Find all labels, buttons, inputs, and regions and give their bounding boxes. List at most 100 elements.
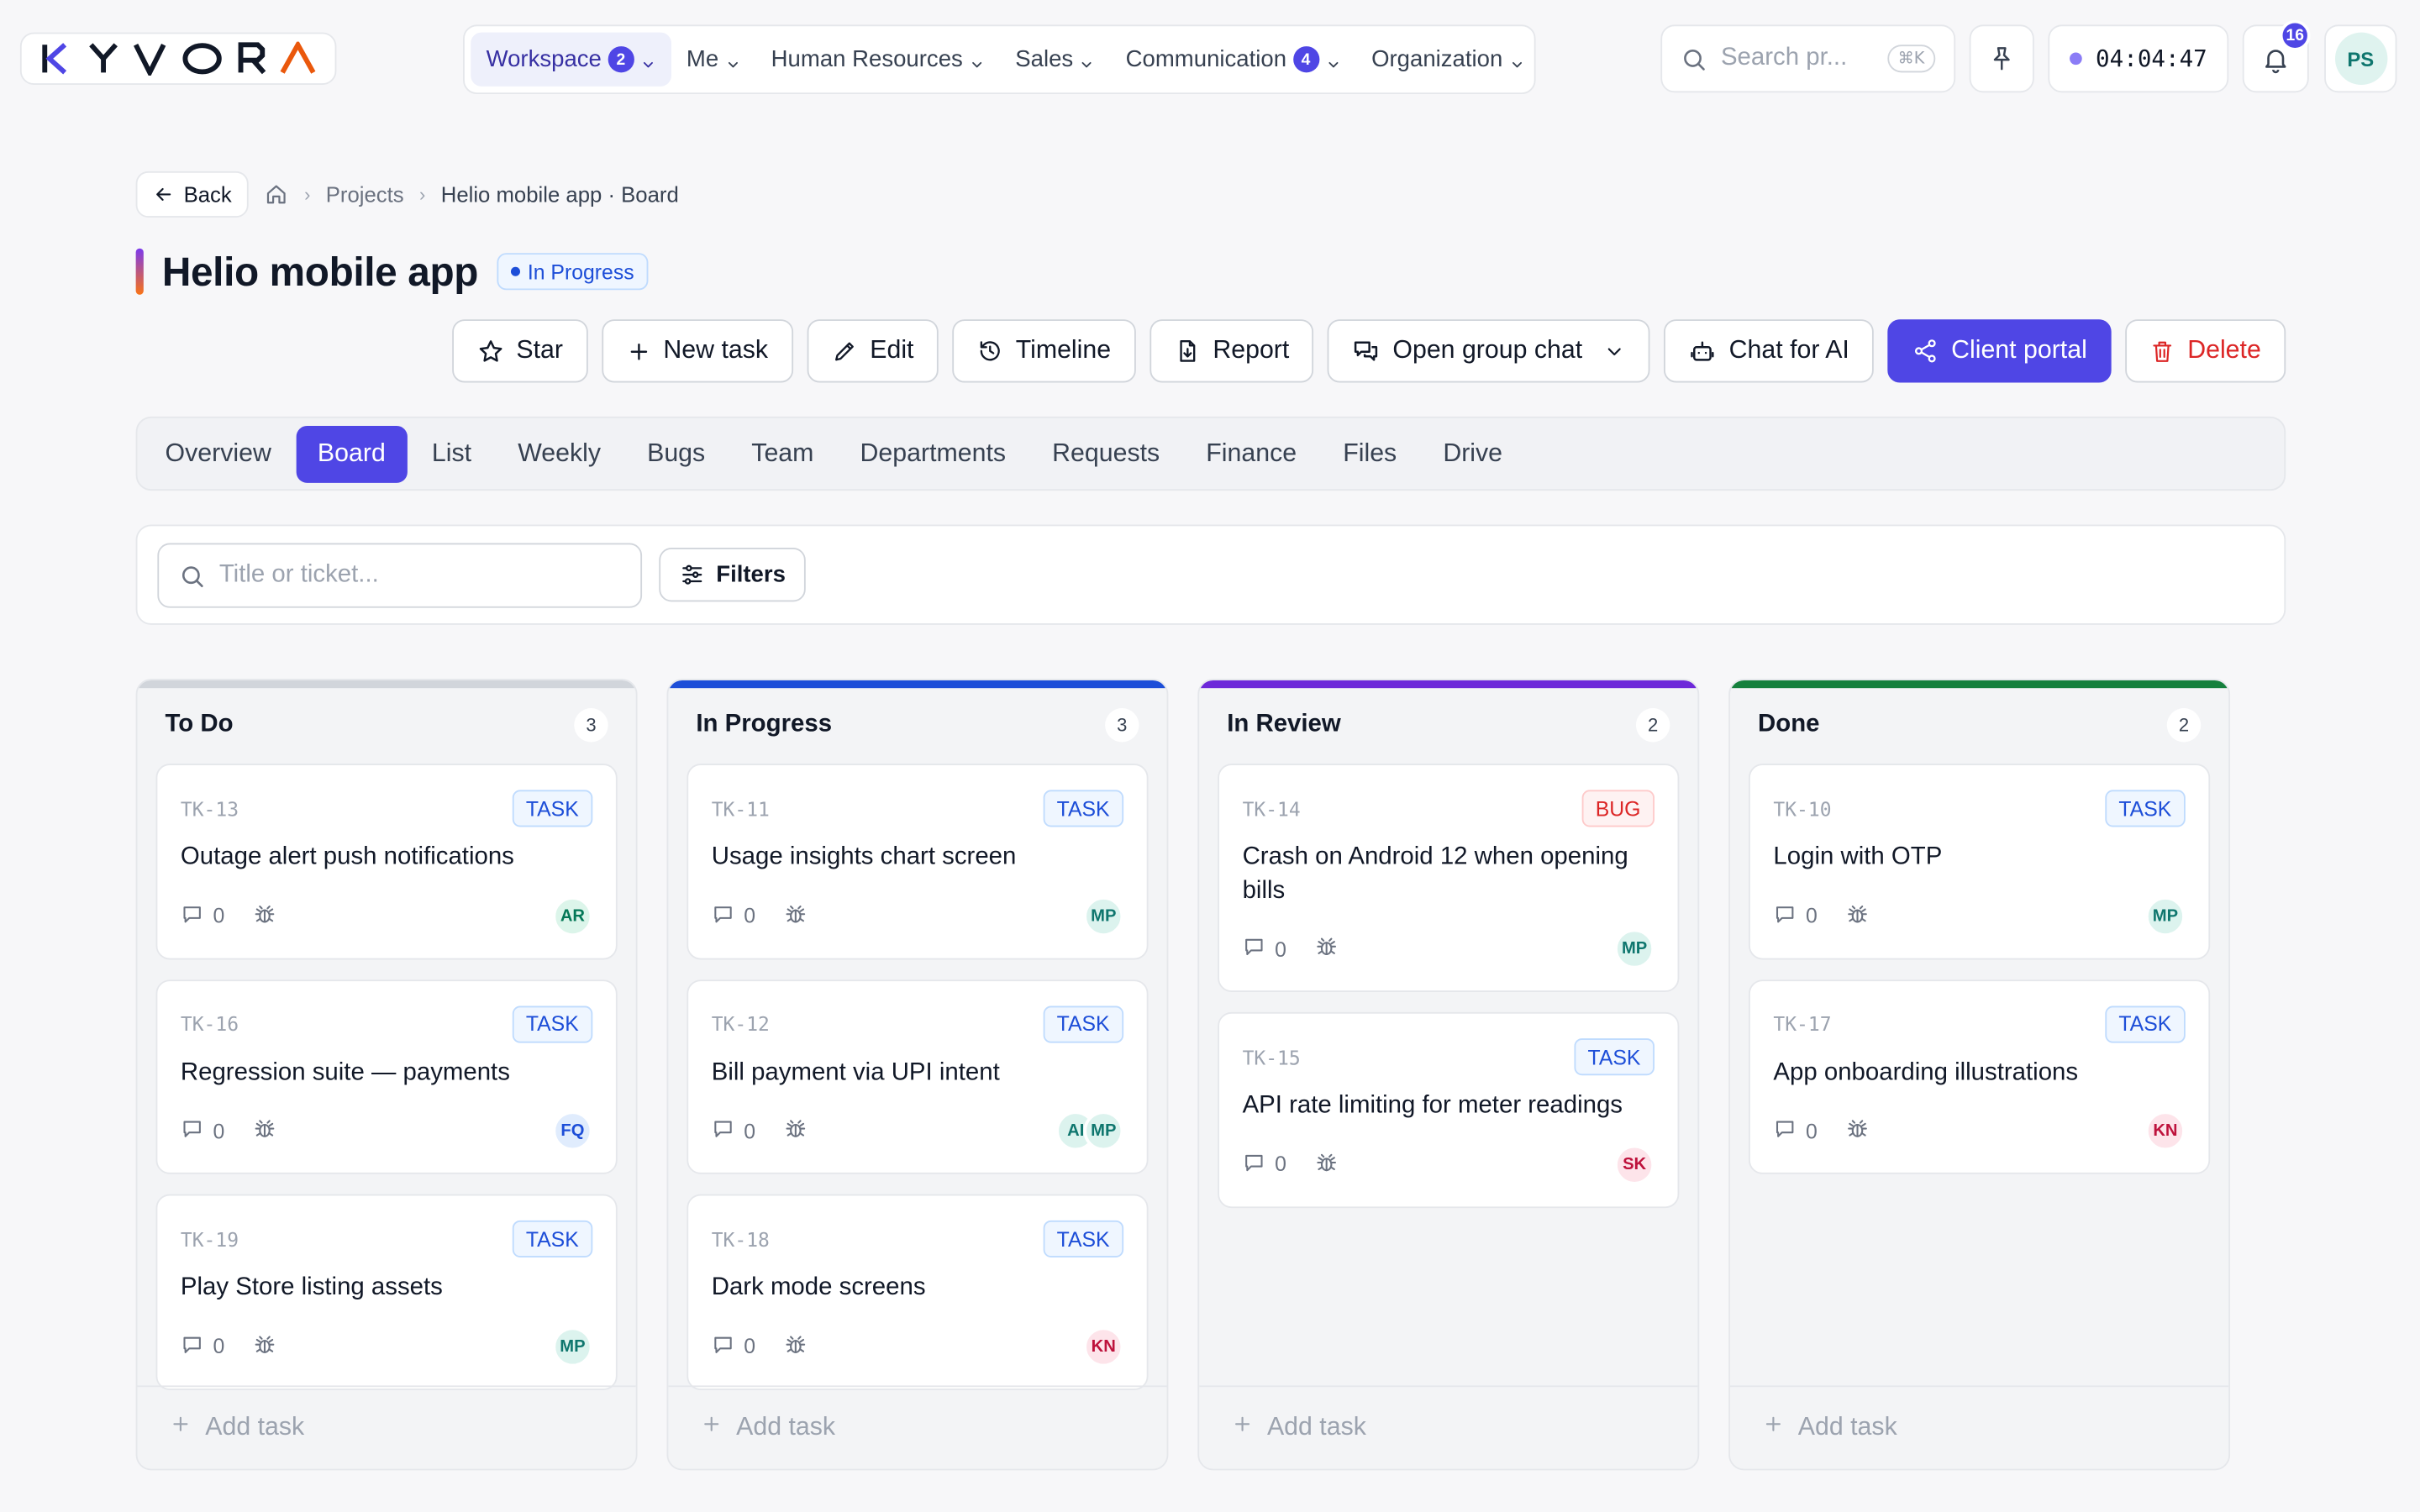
add-task-button[interactable]: Add task (1729, 1385, 2229, 1468)
global-search[interactable]: Search pr... ⌘K (1660, 24, 1956, 93)
time-tracker[interactable]: 04:04:47 (2048, 24, 2229, 93)
pin-button[interactable] (1969, 24, 2034, 93)
brand-logo[interactable] (19, 32, 337, 86)
column-color-bar (1199, 680, 1698, 689)
board-column-done: Done 2 TK-10 TASK Login with OTP 0 MP TK-17 TASK… (1728, 679, 2231, 1471)
tab-team[interactable]: Team (730, 425, 836, 482)
tab-board[interactable]: Board (296, 425, 408, 482)
project-color-accent (135, 248, 144, 295)
report-button[interactable]: Report (1150, 319, 1314, 383)
kyvora-logo-icon (41, 41, 315, 76)
task-card[interactable]: TK-19 TASK Play Store listing assets 0 MP (155, 1194, 618, 1389)
delete-label: Delete (2187, 336, 2261, 365)
task-card[interactable]: TK-13 TASK Outage alert push notifications… (155, 764, 618, 959)
task-card[interactable]: TK-10 TASK Login with OTP 0 MP (1749, 764, 2211, 959)
breadcrumb-separator-icon: › (419, 183, 426, 206)
tab-requests[interactable]: Requests (1030, 425, 1181, 482)
add-task-button[interactable]: Add task (137, 1385, 636, 1468)
tab-files[interactable]: Files (1322, 425, 1418, 482)
nav-item-sales[interactable]: Sales (1000, 33, 1110, 87)
ticket-id: TK-14 (1242, 796, 1301, 821)
timeline-button[interactable]: Timeline (952, 319, 1136, 383)
notifications-button[interactable]: 16 (2242, 19, 2311, 93)
client-portal-button[interactable]: Client portal (1887, 319, 2112, 383)
assignee-avatar[interactable]: MP (1083, 1110, 1124, 1152)
chevron-down-icon (969, 52, 984, 67)
tracker-status-dot (2069, 52, 2082, 66)
star-button[interactable]: Star (451, 319, 588, 383)
assignee-avatar[interactable]: KN (2145, 1110, 2186, 1152)
tab-drive[interactable]: Drive (1422, 425, 1524, 482)
chat-for-ai-button[interactable]: Chat for AI (1664, 319, 1875, 383)
tab-bugs[interactable]: Bugs (625, 425, 727, 482)
assignee-avatar[interactable]: MP (552, 1326, 593, 1367)
nav-item-human-resources[interactable]: Human Resources (755, 33, 1000, 87)
column-title: In Progress (696, 711, 833, 738)
assignee-avatars: MP (1083, 895, 1124, 936)
home-icon[interactable] (264, 182, 288, 207)
nav-item-workspace[interactable]: Workspace 2 (471, 32, 671, 87)
nav-item-organization[interactable]: Organization (1356, 33, 1540, 87)
board-column-in-progress: In Progress 3 TK-11 TASK Usage insights char… (666, 679, 1169, 1471)
status-label: In Progress (527, 260, 634, 284)
assignee-avatar[interactable]: MP (2145, 895, 2186, 936)
chevron-down-icon (1509, 52, 1524, 67)
add-task-button[interactable]: Add task (668, 1385, 1167, 1468)
assignee-avatar[interactable]: AR (552, 895, 593, 936)
tab-overview[interactable]: Overview (144, 425, 293, 482)
pin-icon (1993, 47, 2010, 71)
assignee-avatars: SK (1614, 1143, 1655, 1184)
assignee-avatar[interactable]: FQ (552, 1110, 593, 1152)
task-type-badge: TASK (512, 1005, 593, 1042)
task-card-footer: 0 KN (1773, 1110, 2186, 1152)
task-card[interactable]: TK-11 TASK Usage insights chart screen 0 MP (687, 764, 1149, 959)
task-card-header: TK-10 TASK (1773, 790, 2186, 827)
nav-item-badge: 4 (1292, 46, 1319, 73)
bug-icon (783, 902, 807, 930)
sliders-icon (682, 564, 702, 585)
assignee-avatar[interactable]: SK (1614, 1143, 1655, 1184)
task-card-footer: 0 KN (712, 1326, 1124, 1367)
assignee-avatar[interactable]: MP (1083, 895, 1124, 936)
comment-count: 0 (744, 1334, 756, 1358)
report-label: Report (1213, 336, 1290, 365)
task-card-header: TK-14 BUG (1242, 790, 1655, 827)
task-search-input[interactable]: Title or ticket... (157, 543, 643, 608)
task-title: Crash on Android 12 when opening bills (1242, 843, 1628, 904)
task-card[interactable]: TK-14 BUG Crash on Android 12 when opening… (1218, 764, 1680, 993)
tab-departments[interactable]: Departments (839, 425, 1028, 482)
breadcrumb-projects[interactable]: Projects (326, 182, 404, 207)
task-card[interactable]: TK-17 TASK App onboarding illustrations 0 KN (1749, 979, 2211, 1174)
bug-icon (783, 1332, 807, 1360)
task-type-badge: TASK (2104, 1005, 2186, 1042)
task-meta: 0 (712, 1332, 807, 1360)
user-avatar: PS (2334, 32, 2387, 86)
tab-list[interactable]: List (410, 425, 493, 482)
add-task-label: Add task (1266, 1413, 1366, 1441)
open-group-chat-button[interactable]: Open group chat (1328, 319, 1650, 383)
tab-finance[interactable]: Finance (1185, 425, 1318, 482)
task-card-header: TK-17 TASK (1773, 1005, 2186, 1042)
column-count-badge: 3 (1105, 708, 1139, 743)
status-badge: In Progress (497, 253, 649, 291)
assignee-avatar[interactable]: KN (1083, 1326, 1124, 1367)
task-card[interactable]: TK-16 TASK Regression suite — payments 0 FQ (155, 979, 618, 1174)
task-card[interactable]: TK-15 TASK API rate limiting for meter rea… (1218, 1011, 1680, 1208)
assignee-avatar[interactable]: MP (1614, 928, 1655, 969)
delete-button[interactable]: Delete (2125, 319, 2286, 383)
user-menu-button[interactable]: PS (2324, 24, 2397, 93)
filters-button[interactable]: Filters (659, 548, 806, 602)
edit-button[interactable]: Edit (806, 319, 939, 383)
add-task-button[interactable]: Add task (1199, 1385, 1698, 1468)
task-title: Login with OTP (1773, 843, 1943, 870)
task-card-footer: 0 MP (712, 895, 1124, 936)
task-card[interactable]: TK-12 TASK Bill payment via UPI intent 0 AI M… (687, 979, 1149, 1174)
new-task-button[interactable]: New task (601, 319, 793, 383)
task-card[interactable]: TK-18 TASK Dark mode screens 0 KN (687, 1194, 1149, 1389)
nav-item-communication[interactable]: Communication 4 (1110, 33, 1355, 87)
search-icon (182, 565, 203, 587)
tab-weekly[interactable]: Weekly (496, 425, 622, 482)
edit-label: Edit (870, 336, 914, 365)
back-button[interactable]: Back (135, 171, 249, 218)
nav-item-me[interactable]: Me (671, 33, 756, 87)
